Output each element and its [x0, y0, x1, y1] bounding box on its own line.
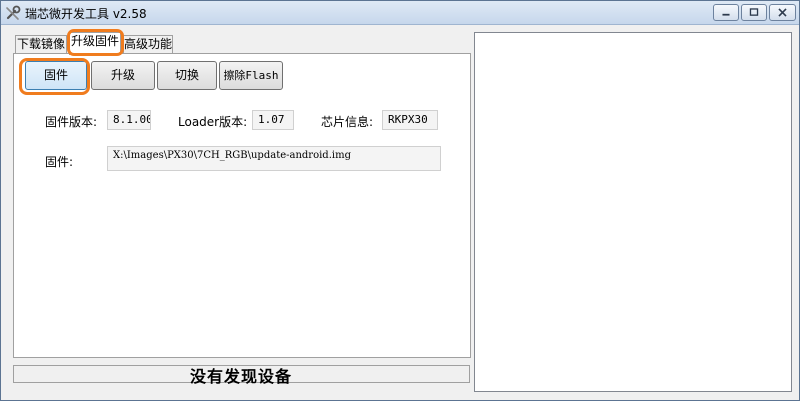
maximize-button[interactable] [741, 4, 767, 21]
chip-info-value: RKPX30 [382, 110, 438, 130]
maximize-icon [749, 8, 759, 16]
firmware-path-label: 固件: [45, 155, 74, 169]
tools-icon [5, 5, 21, 21]
device-status-text: 没有发现设备 [189, 367, 292, 386]
app-window: 瑞芯微开发工具 v2.58 下载镜像 升级固件 高级功能 固件 升级 切换 擦除… [0, 0, 800, 401]
close-icon [778, 8, 787, 17]
tab-upgrade-firmware[interactable]: 升级固件 [69, 32, 121, 55]
loader-version-value: 1.07 [252, 110, 294, 130]
firmware-path-field[interactable]: X:\Images\PX30\7CH_RGB\update-android.im… [107, 146, 441, 171]
tab-panel [13, 53, 471, 358]
chip-info-label: 芯片信息: [321, 115, 374, 129]
minimize-icon [722, 13, 730, 16]
tab-download-image[interactable]: 下载镜像 [15, 35, 67, 54]
erase-flash-button[interactable]: 擦除Flash [219, 61, 283, 90]
title-bar[interactable]: 瑞芯微开发工具 v2.58 [1, 1, 799, 25]
window-title: 瑞芯微开发工具 v2.58 [25, 7, 147, 21]
upgrade-button[interactable]: 升级 [91, 61, 155, 90]
loader-version-label: Loader版本: [178, 115, 248, 129]
firmware-version-label: 固件版本: [45, 115, 98, 129]
close-button[interactable] [769, 4, 796, 21]
switch-button[interactable]: 切换 [157, 61, 217, 90]
firmware-button[interactable]: 固件 [25, 61, 87, 90]
log-panel[interactable] [474, 32, 792, 392]
tab-advanced-features[interactable]: 高级功能 [123, 35, 173, 54]
minimize-button[interactable] [713, 4, 739, 21]
firmware-version-value: 8.1.00 [107, 110, 151, 130]
